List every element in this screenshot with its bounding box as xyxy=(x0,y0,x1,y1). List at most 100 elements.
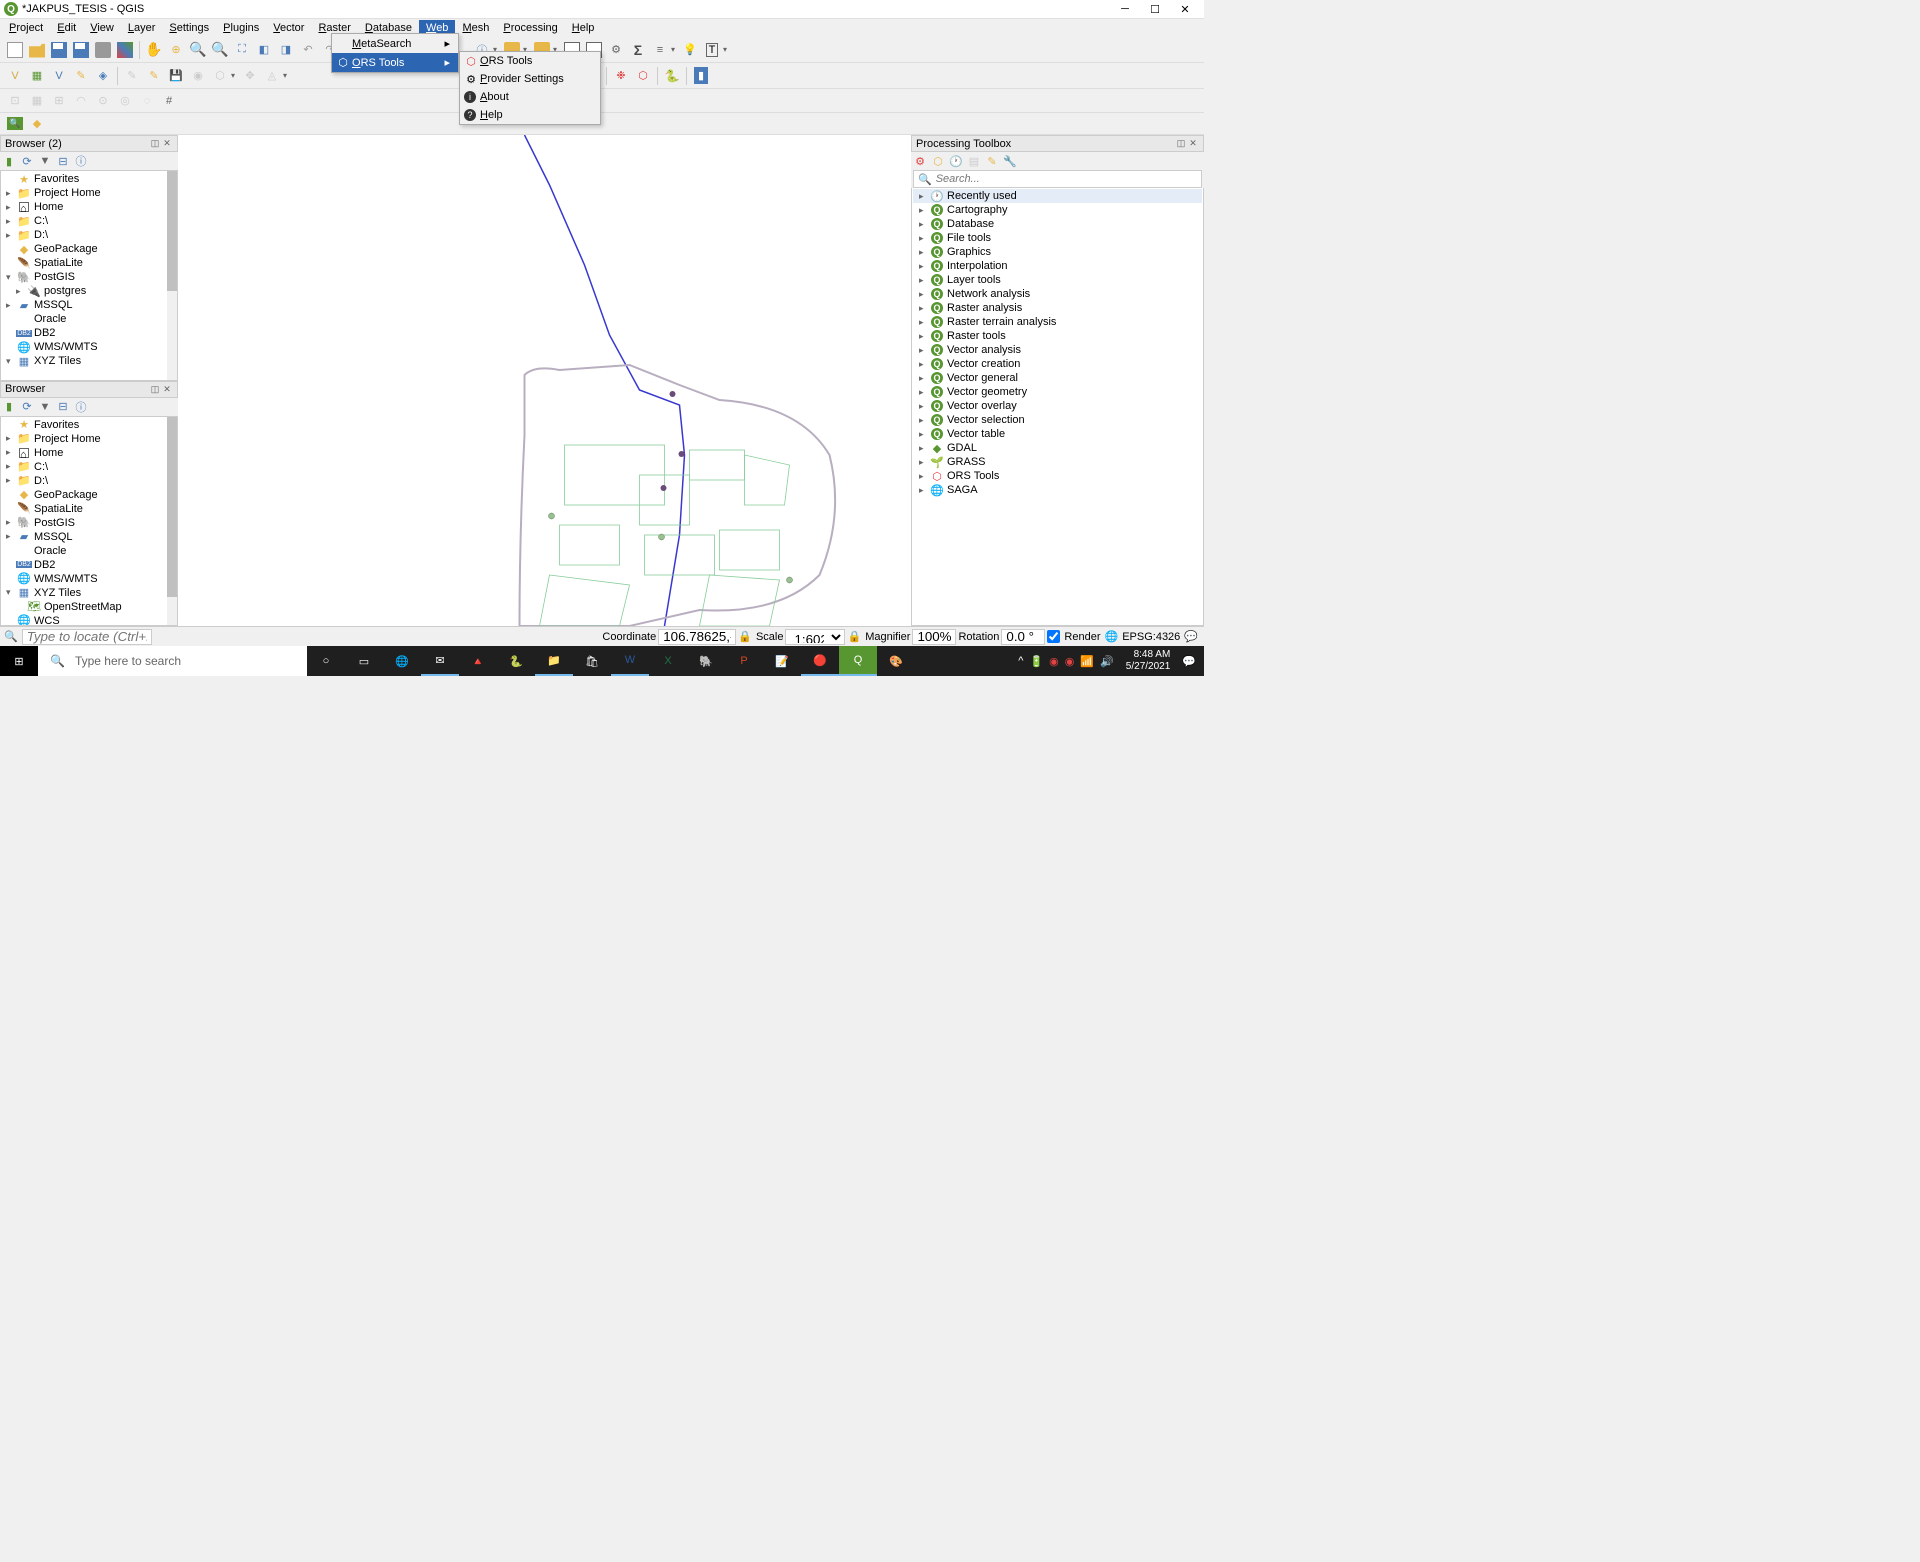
proc-item-cartography[interactable]: ▸QCartography xyxy=(913,203,1202,217)
web-menu-dropdown[interactable]: MetaSearch▸⬡ORS Tools▸ xyxy=(331,33,459,73)
proc-item-vector-selection[interactable]: ▸QVector selection xyxy=(913,413,1202,427)
menu-help[interactable]: Help xyxy=(565,20,602,36)
quick-osm-button[interactable]: 🔍 xyxy=(5,114,25,134)
menu-processing[interactable]: Processing xyxy=(496,20,564,36)
snap2-button[interactable]: ⊞ xyxy=(49,91,69,111)
tree-item-favorites[interactable]: ★Favorites xyxy=(2,418,176,432)
edge-icon[interactable]: 🌐 xyxy=(383,646,421,676)
volume-icon[interactable]: 🔊 xyxy=(1100,655,1114,668)
menu-item-ors-tools[interactable]: ⬡ORS Tools▸ xyxy=(332,53,458,72)
move-feature-button[interactable]: ✥ xyxy=(240,66,260,86)
browser1-tree[interactable]: ★Favorites▸📁Project Home▸⌂Home▸📁C:\▸📁D:\… xyxy=(0,170,178,381)
task-view-icon[interactable]: ▭ xyxy=(345,646,383,676)
vrp-button[interactable]: ❉ xyxy=(611,66,631,86)
cortana-icon[interactable]: ○ xyxy=(307,646,345,676)
save-project-button[interactable] xyxy=(49,40,69,60)
tree-item-geopackage[interactable]: ◆GeoPackage xyxy=(2,242,176,256)
menu-vector[interactable]: Vector xyxy=(266,20,311,36)
add-vector-button[interactable]: V xyxy=(5,66,25,86)
filter-icon[interactable]: ▼ xyxy=(38,154,52,168)
refresh-icon[interactable]: ⟳ xyxy=(20,400,34,414)
style-manager-button[interactable] xyxy=(115,40,135,60)
qgis-task-icon[interactable]: Q xyxy=(839,646,877,676)
processing-search-input[interactable] xyxy=(936,173,1197,185)
properties-icon[interactable]: ⓘ xyxy=(74,400,88,414)
pan-selection-button[interactable]: ⊕ xyxy=(166,40,186,60)
tree-item-project-home[interactable]: ▸📁Project Home xyxy=(2,186,176,200)
toolbox-button[interactable]: ⚙ xyxy=(606,40,626,60)
history-icon[interactable]: 🕐 xyxy=(949,154,963,168)
lock-icon[interactable]: 🔒 xyxy=(847,630,861,643)
stats-button[interactable]: Σ xyxy=(628,40,648,60)
browser2-tree[interactable]: ★Favorites▸📁Project Home▸⌂Home▸📁C:\▸📁D:\… xyxy=(0,416,178,627)
zoom-selection-button[interactable]: ◧ xyxy=(254,40,274,60)
refresh-icon[interactable]: ⟳ xyxy=(20,154,34,168)
vlc-icon[interactable]: 🔺 xyxy=(459,646,497,676)
render-checkbox[interactable] xyxy=(1047,630,1060,643)
log-icon[interactable]: 💬 xyxy=(1184,630,1198,643)
processing-undock-icon[interactable]: ◫ xyxy=(1175,138,1187,150)
tree-item-spatialite[interactable]: 🪶SpatiaLite xyxy=(2,256,176,270)
menu-item-provider-settings[interactable]: ⚙Provider Settings xyxy=(460,70,600,88)
proc-item-gdal[interactable]: ▸◆GDAL xyxy=(913,441,1202,455)
mail-icon[interactable]: ✉ xyxy=(421,646,459,676)
menu-view[interactable]: View xyxy=(83,20,121,36)
ors-tools-submenu[interactable]: ⬡ORS Tools⚙Provider SettingsiAbout?Help xyxy=(459,51,601,125)
menu-mesh[interactable]: Mesh xyxy=(455,20,496,36)
proc-item-vector-general[interactable]: ▸QVector general xyxy=(913,371,1202,385)
tree-item-c-[interactable]: ▸📁C:\ xyxy=(2,460,176,474)
proc-item-layer-tools[interactable]: ▸QLayer tools xyxy=(913,273,1202,287)
edit-features-icon[interactable]: ✎ xyxy=(985,154,999,168)
python-console-button[interactable]: 🐍 xyxy=(662,66,682,86)
excel-icon[interactable]: X xyxy=(649,646,687,676)
proc-item-vector-analysis[interactable]: ▸QVector analysis xyxy=(913,343,1202,357)
layout-button[interactable] xyxy=(93,40,113,60)
snap-button[interactable]: ⊡ xyxy=(5,91,25,111)
digitize-button[interactable]: ⬡ xyxy=(210,66,230,86)
notepadpp-icon[interactable]: 📝 xyxy=(763,646,801,676)
menu-item-metasearch[interactable]: MetaSearch▸ xyxy=(332,34,458,53)
tree-item-d-[interactable]: ▸📁D:\ xyxy=(2,228,176,242)
tray-up-icon[interactable]: ^ xyxy=(1018,655,1023,667)
toggle-edit-button[interactable]: ✎ xyxy=(144,66,164,86)
start-button[interactable]: ⊞ xyxy=(0,646,38,676)
plugin-button[interactable]: ▮ xyxy=(691,66,711,86)
ors-button[interactable]: ⬡ xyxy=(633,66,653,86)
explorer-icon[interactable]: 📁 xyxy=(535,646,573,676)
text-annotation-button[interactable]: T xyxy=(702,40,722,60)
pgadmin-icon[interactable]: 🐘 xyxy=(687,646,725,676)
word-icon[interactable]: W xyxy=(611,646,649,676)
proc-item-raster-terrain-analysis[interactable]: ▸QRaster terrain analysis xyxy=(913,315,1202,329)
store-icon[interactable]: 🛍 xyxy=(573,646,611,676)
close-button[interactable]: ✕ xyxy=(1170,0,1200,19)
script-icon[interactable]: ⬡ xyxy=(931,154,945,168)
menu-project[interactable]: Project xyxy=(2,20,50,36)
trace-button[interactable]: ◠ xyxy=(71,91,91,111)
filter-icon[interactable]: ▼ xyxy=(38,400,52,414)
proc-item-vector-table[interactable]: ▸QVector table xyxy=(913,427,1202,441)
browser1-undock-icon[interactable]: ◫ xyxy=(149,138,161,150)
menu-item-ors-tools[interactable]: ⬡ORS Tools xyxy=(460,52,600,70)
edit-button[interactable]: ✎ xyxy=(122,66,142,86)
snap3-button[interactable]: ⊙ xyxy=(93,91,113,111)
add-spatialite-button[interactable]: ◈ xyxy=(93,66,113,86)
collapse-icon[interactable]: ⊟ xyxy=(56,400,70,414)
processing-search[interactable]: 🔍 xyxy=(913,170,1202,188)
snap4-button[interactable]: ◎ xyxy=(115,91,135,111)
tray-app2-icon[interactable]: ◉ xyxy=(1065,655,1075,668)
crs-icon[interactable]: 🌐 xyxy=(1105,630,1119,643)
processing-header[interactable]: Processing Toolbox ◫ ✕ xyxy=(911,135,1204,152)
results-icon[interactable]: ▤ xyxy=(967,154,981,168)
tree-item-db2[interactable]: DB2DB2 xyxy=(2,326,176,340)
proc-item-vector-geometry[interactable]: ▸QVector geometry xyxy=(913,385,1202,399)
measure-button[interactable]: ≡ xyxy=(650,40,670,60)
add-raster-button[interactable]: ▦ xyxy=(27,66,47,86)
tree-item-xyz-tiles[interactable]: ▾▦XYZ Tiles xyxy=(2,586,176,600)
tree-item-wms-wmts[interactable]: 🌐WMS/WMTS xyxy=(2,340,176,354)
menu-item-about[interactable]: iAbout xyxy=(460,88,600,106)
saveas-button[interactable] xyxy=(71,40,91,60)
tree-item-postgres[interactable]: ▸🔌postgres xyxy=(2,284,176,298)
browser1-close-icon[interactable]: ✕ xyxy=(161,138,173,150)
tree-item-openstreetmap[interactable]: 🗺OpenStreetMap xyxy=(2,600,176,614)
system-tray[interactable]: ^ 🔋 ◉ ◉ 📶 🔊 8:48 AM 5/27/2021 💬 xyxy=(1018,649,1204,673)
